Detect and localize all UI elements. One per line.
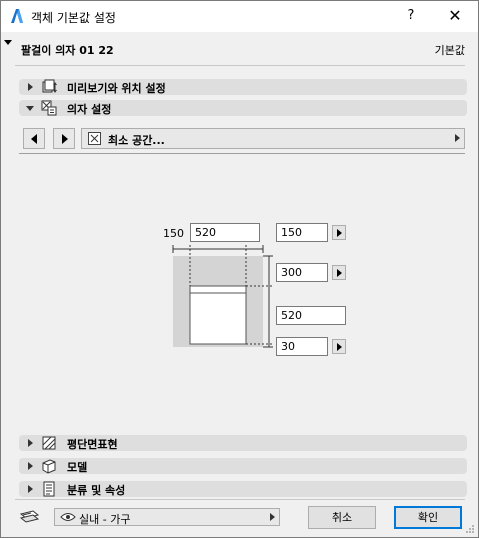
prev-page-button[interactable] bbox=[23, 128, 45, 149]
collapse-arrow-icon bbox=[26, 106, 34, 111]
arrow-right-icon bbox=[337, 229, 342, 237]
expand-arrow-icon bbox=[28, 462, 33, 470]
right-clearance-arrow-button[interactable] bbox=[332, 225, 346, 240]
window-title: 객체 기본값 설정 bbox=[31, 11, 116, 25]
arrow-right-icon bbox=[337, 343, 342, 351]
title-bar: 객체 기본값 설정 ? ✕ bbox=[1, 1, 478, 32]
close-button[interactable]: ✕ bbox=[441, 5, 469, 27]
archicad-icon bbox=[11, 9, 23, 23]
expand-arrow-icon bbox=[28, 439, 33, 447]
depth-input[interactable]: 520 bbox=[276, 306, 346, 325]
back-clearance-arrow-button[interactable] bbox=[332, 265, 346, 280]
floor-plan-icon bbox=[42, 436, 56, 450]
panel-model-label: 모델 bbox=[67, 461, 88, 474]
panel-preview-position[interactable]: 미리보기와 위치 설정 bbox=[19, 79, 467, 95]
resize-grip-icon[interactable] bbox=[465, 524, 475, 534]
help-button[interactable]: ? bbox=[397, 5, 425, 27]
classification-icon bbox=[43, 481, 55, 497]
panel-classification-label: 분류 및 속성 bbox=[67, 484, 126, 497]
clearance-diagram bbox=[172, 245, 273, 348]
eye-icon bbox=[60, 513, 76, 521]
back-clearance-input[interactable]: 300 bbox=[276, 263, 328, 282]
divider bbox=[19, 153, 465, 154]
model-cube-icon bbox=[42, 459, 56, 474]
expand-arrow-icon bbox=[28, 83, 33, 91]
chair-settings-icon bbox=[41, 100, 57, 116]
width-input[interactable]: 520 bbox=[190, 223, 260, 242]
min-space-icon bbox=[88, 132, 101, 145]
divider bbox=[15, 499, 465, 500]
front-clearance-input[interactable]: 30 bbox=[276, 337, 328, 356]
object-default-settings-dialog: 객체 기본값 설정 ? ✕ 팔걸이 의자 01 22 기본값 미리보기와 위치 … bbox=[0, 0, 479, 538]
next-page-button[interactable] bbox=[53, 128, 75, 149]
page-select-label: 최소 공간... bbox=[108, 134, 165, 147]
left-clearance-label: 150 bbox=[163, 227, 184, 240]
layer-label: 실내 - 가구 bbox=[79, 513, 131, 526]
front-clearance-arrow-button[interactable] bbox=[332, 339, 346, 354]
dropdown-arrow-icon bbox=[270, 513, 275, 521]
prev-page-icon bbox=[31, 134, 37, 144]
page-select-dropdown[interactable]: 최소 공간... bbox=[81, 128, 465, 149]
panel-model[interactable]: 모델 bbox=[19, 458, 467, 474]
preview-position-icon bbox=[42, 79, 57, 93]
panel-chair-settings[interactable]: 의자 설정 bbox=[19, 100, 467, 116]
panel-floor-plan-label: 평단면표현 bbox=[67, 438, 118, 451]
ok-button[interactable]: 확인 bbox=[394, 506, 462, 529]
divider bbox=[15, 65, 465, 66]
panel-chair-label: 의자 설정 bbox=[67, 103, 112, 116]
panel-preview-label: 미리보기와 위치 설정 bbox=[67, 82, 166, 95]
right-clearance-input[interactable]: 150 bbox=[276, 223, 328, 242]
layer-icon bbox=[19, 510, 40, 523]
panel-classification[interactable]: 분류 및 속성 bbox=[19, 481, 467, 497]
next-page-icon bbox=[62, 134, 68, 144]
collapse-header-icon[interactable] bbox=[4, 40, 12, 45]
default-label: 기본값 bbox=[434, 44, 465, 57]
dropdown-arrow-icon bbox=[455, 134, 460, 142]
layer-select-dropdown[interactable]: 실내 - 가구 bbox=[54, 508, 280, 526]
cancel-button[interactable]: 취소 bbox=[308, 506, 376, 529]
panel-floor-plan[interactable]: 평단면표현 bbox=[19, 435, 467, 451]
expand-arrow-icon bbox=[28, 485, 33, 493]
page-navigation: 최소 공간... bbox=[23, 128, 465, 149]
object-name: 팔걸이 의자 01 22 bbox=[21, 44, 114, 57]
arrow-right-icon bbox=[337, 269, 342, 277]
